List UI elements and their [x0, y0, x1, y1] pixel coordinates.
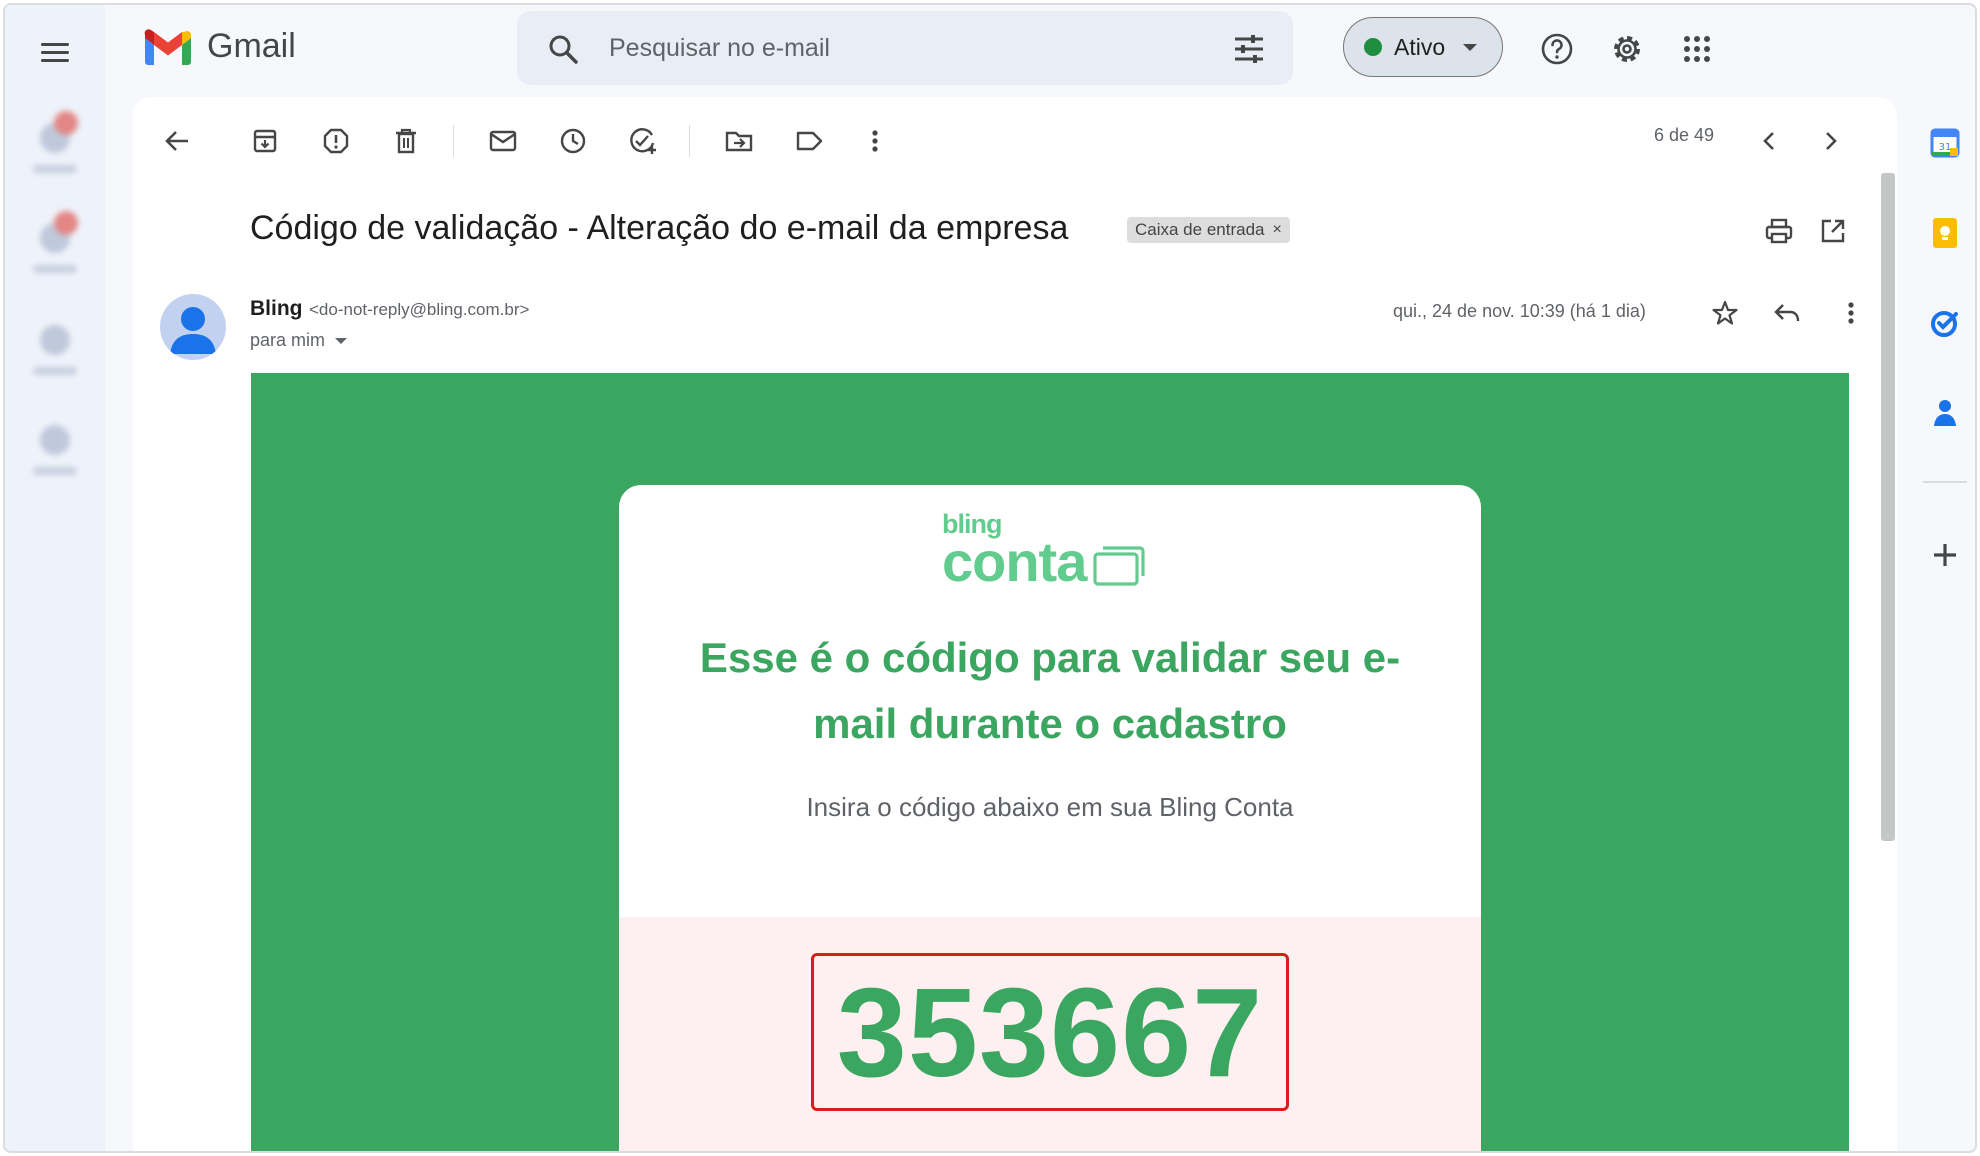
newer-chevron-left-icon[interactable] — [1749, 121, 1789, 161]
label-chip-text: Caixa de entrada — [1135, 220, 1265, 239]
remove-label-icon[interactable]: × — [1272, 221, 1281, 239]
more-vert-icon[interactable] — [855, 121, 895, 161]
gmail-window: Gmail Ativo — [3, 3, 1977, 1153]
toolbar-divider — [453, 125, 454, 157]
message-date: qui., 24 de nov. 10:39 (há 1 dia) — [1393, 301, 1646, 321]
email-headline: Esse é o código para validar seu e-mail … — [699, 634, 1401, 747]
apps-grid-icon[interactable] — [1677, 29, 1717, 69]
scrollbar-thumb[interactable] — [1881, 173, 1895, 841]
recipient-details-toggle[interactable]: para mim — [250, 330, 348, 351]
print-icon[interactable] — [1759, 211, 1799, 251]
snooze-icon[interactable] — [553, 121, 593, 161]
search-input[interactable] — [609, 29, 1169, 67]
bling-conta-logo: bling conta — [942, 510, 1146, 593]
star-icon[interactable] — [1705, 293, 1745, 333]
email-instructions: Insira o código abaixo em sua Bling Cont… — [806, 792, 1294, 822]
older-chevron-right-icon[interactable] — [1811, 121, 1851, 161]
validation-code[interactable]: 353667 — [837, 960, 1263, 1105]
toolbar-divider — [689, 125, 690, 157]
email-body: bling conta Esse é o código para validar… — [251, 373, 1849, 1151]
message-panel: 6 de 49 Código de validação - Alteração … — [133, 97, 1897, 1151]
gmail-m-icon — [144, 28, 191, 65]
report-spam-icon[interactable] — [316, 121, 356, 161]
sender-email: <do-not-reply@bling.com.br> — [309, 300, 530, 319]
move-to-icon[interactable] — [719, 121, 759, 161]
message-more-vert-icon[interactable] — [1831, 293, 1871, 333]
validation-code-box: 353667 — [811, 953, 1289, 1111]
recipient-label: para mim — [250, 330, 326, 350]
keep-icon[interactable] — [1925, 213, 1965, 253]
rail-item-mail[interactable] — [19, 111, 91, 173]
gmail-logo[interactable]: Gmail — [143, 27, 296, 66]
left-rail — [5, 5, 105, 1151]
message-subject: Código de validação - Alteração do e-mai… — [250, 209, 1069, 247]
chevron-down-icon — [335, 337, 348, 344]
brand-big-text: conta — [942, 530, 1087, 593]
inbox-label-chip[interactable]: Caixa de entrada × — [1127, 217, 1290, 243]
chevron-down-icon — [1463, 43, 1478, 51]
search-bar[interactable] — [517, 11, 1293, 85]
side-panel-divider — [1923, 481, 1967, 483]
add-task-icon[interactable] — [623, 121, 663, 161]
delete-icon[interactable] — [386, 121, 426, 161]
rail-item-chat[interactable] — [19, 211, 91, 273]
label-icon[interactable] — [789, 121, 829, 161]
rail-item-meet[interactable] — [19, 425, 91, 475]
settings-icon[interactable] — [1607, 29, 1647, 69]
reply-icon[interactable] — [1767, 293, 1807, 333]
mark-unread-icon[interactable] — [483, 121, 523, 161]
wallet-card-icon — [1093, 546, 1145, 586]
gmail-logo-text: Gmail — [207, 27, 296, 65]
pager-count: 6 de 49 — [1654, 125, 1715, 145]
calendar-icon[interactable]: 31 — [1925, 123, 1965, 163]
help-icon[interactable] — [1537, 29, 1577, 69]
add-icon[interactable] — [1925, 535, 1965, 575]
open-new-window-icon[interactable] — [1813, 211, 1853, 251]
search-icon[interactable] — [547, 33, 579, 65]
back-arrow-icon[interactable] — [157, 121, 197, 161]
main-menu-icon[interactable] — [35, 33, 75, 73]
search-options-icon[interactable] — [1233, 35, 1265, 63]
code-area: 353667 — [619, 917, 1481, 1151]
brand-big-row: conta — [942, 530, 1146, 593]
status-button[interactable]: Ativo — [1343, 17, 1503, 77]
rail-item-spaces[interactable] — [19, 325, 91, 375]
archive-icon[interactable] — [245, 121, 285, 161]
status-dot-icon — [1364, 38, 1382, 56]
svg-text:31: 31 — [1939, 142, 1952, 153]
email-card: bling conta Esse é o código para validar… — [619, 485, 1481, 1151]
contacts-icon[interactable] — [1925, 393, 1965, 433]
sender-avatar[interactable] — [160, 294, 226, 360]
sender-name[interactable]: Bling — [250, 297, 303, 321]
status-label: Ativo — [1394, 33, 1446, 60]
tasks-icon[interactable] — [1925, 303, 1965, 343]
